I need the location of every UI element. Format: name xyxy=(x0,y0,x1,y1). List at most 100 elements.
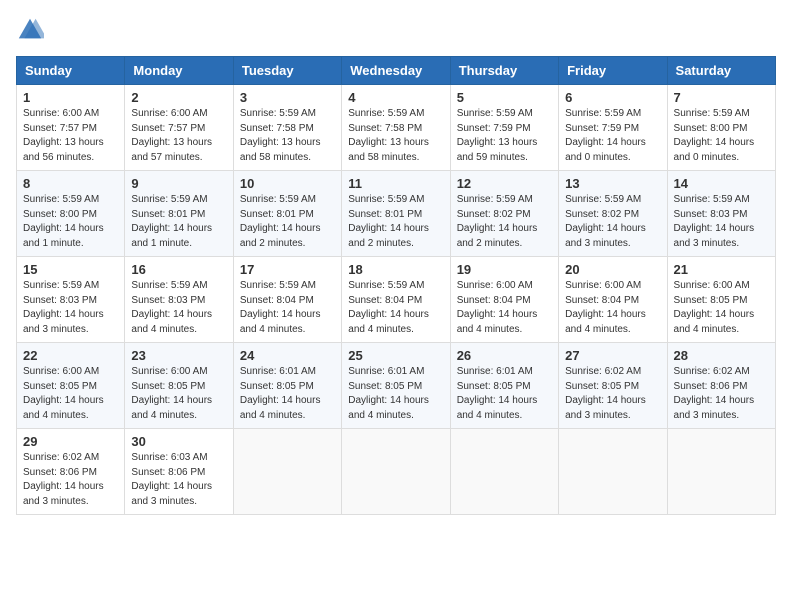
calendar-cell: 17 Sunrise: 5:59 AM Sunset: 8:04 PM Dayli… xyxy=(233,257,341,343)
day-info: Sunrise: 5:59 AM Sunset: 8:04 PM Dayligh… xyxy=(348,279,443,337)
day-number: 24 xyxy=(240,348,335,363)
weekday-header-wednesday: Wednesday xyxy=(342,57,450,85)
day-info: Sunrise: 6:00 AM Sunset: 7:57 PM Dayligh… xyxy=(23,107,118,165)
day-info: Sunrise: 5:59 AM Sunset: 8:02 PM Dayligh… xyxy=(457,193,552,251)
calendar-cell: 20 Sunrise: 6:00 AM Sunset: 8:04 PM Dayli… xyxy=(559,257,667,343)
calendar-cell: 8 Sunrise: 5:59 AM Sunset: 8:00 PM Daylig… xyxy=(17,171,125,257)
day-number: 1 xyxy=(23,90,118,105)
calendar-cell: 24 Sunrise: 6:01 AM Sunset: 8:05 PM Dayli… xyxy=(233,343,341,429)
day-info: Sunrise: 6:02 AM Sunset: 8:06 PM Dayligh… xyxy=(23,451,118,509)
day-info: Sunrise: 6:02 AM Sunset: 8:05 PM Dayligh… xyxy=(565,365,660,423)
day-number: 13 xyxy=(565,176,660,191)
day-info: Sunrise: 5:59 AM Sunset: 8:03 PM Dayligh… xyxy=(674,193,769,251)
calendar-cell: 26Sunrise: 6:01 AM Sunset: 8:05 PM Dayli… xyxy=(450,343,558,429)
day-number: 22 xyxy=(23,348,118,363)
day-number: 28 xyxy=(674,348,769,363)
day-number: 6 xyxy=(565,90,660,105)
weekday-header-sunday: Sunday xyxy=(17,57,125,85)
day-number: 15 xyxy=(23,262,118,277)
weekday-header-saturday: Saturday xyxy=(667,57,775,85)
calendar-cell: 4 Sunrise: 5:59 AM Sunset: 7:58 PM Daylig… xyxy=(342,85,450,171)
day-info: Sunrise: 6:00 AM Sunset: 7:57 PM Dayligh… xyxy=(131,107,226,165)
day-info: Sunrise: 5:59 AM Sunset: 8:01 PM Dayligh… xyxy=(131,193,226,251)
day-info: Sunrise: 5:59 AM Sunset: 8:02 PM Dayligh… xyxy=(565,193,660,251)
calendar-cell: 25Sunrise: 6:01 AM Sunset: 8:05 PM Dayli… xyxy=(342,343,450,429)
day-info: Sunrise: 5:59 AM Sunset: 8:00 PM Dayligh… xyxy=(23,193,118,251)
day-info: Sunrise: 5:59 AM Sunset: 7:58 PM Dayligh… xyxy=(348,107,443,165)
day-info: Sunrise: 6:02 AM Sunset: 8:06 PM Dayligh… xyxy=(674,365,769,423)
calendar-cell: 2 Sunrise: 6:00 AM Sunset: 7:57 PM Daylig… xyxy=(125,85,233,171)
calendar-cell: 10Sunrise: 5:59 AM Sunset: 8:01 PM Dayli… xyxy=(233,171,341,257)
day-number: 4 xyxy=(348,90,443,105)
day-info: Sunrise: 6:03 AM Sunset: 8:06 PM Dayligh… xyxy=(131,451,226,509)
weekday-header-tuesday: Tuesday xyxy=(233,57,341,85)
weekday-header-monday: Monday xyxy=(125,57,233,85)
day-info: Sunrise: 5:59 AM Sunset: 8:03 PM Dayligh… xyxy=(131,279,226,337)
page-header xyxy=(16,16,776,44)
day-number: 8 xyxy=(23,176,118,191)
calendar-cell xyxy=(559,429,667,515)
day-number: 3 xyxy=(240,90,335,105)
day-number: 2 xyxy=(131,90,226,105)
calendar-cell: 13 Sunrise: 5:59 AM Sunset: 8:02 PM Dayli… xyxy=(559,171,667,257)
day-number: 12 xyxy=(457,176,552,191)
day-number: 16 xyxy=(131,262,226,277)
day-number: 26 xyxy=(457,348,552,363)
calendar-cell: 22 Sunrise: 6:00 AM Sunset: 8:05 PM Dayli… xyxy=(17,343,125,429)
calendar-cell: 18 Sunrise: 5:59 AM Sunset: 8:04 PM Dayli… xyxy=(342,257,450,343)
calendar-cell: 3Sunrise: 5:59 AM Sunset: 7:58 PM Daylig… xyxy=(233,85,341,171)
calendar-cell: 29 Sunrise: 6:02 AM Sunset: 8:06 PM Dayli… xyxy=(17,429,125,515)
calendar-cell: 5Sunrise: 5:59 AM Sunset: 7:59 PM Daylig… xyxy=(450,85,558,171)
calendar-cell xyxy=(667,429,775,515)
calendar-week-4: 22 Sunrise: 6:00 AM Sunset: 8:05 PM Dayli… xyxy=(17,343,776,429)
day-info: Sunrise: 5:59 AM Sunset: 8:03 PM Dayligh… xyxy=(23,279,118,337)
weekday-header-friday: Friday xyxy=(559,57,667,85)
calendar-cell: 7 Sunrise: 5:59 AM Sunset: 8:00 PM Daylig… xyxy=(667,85,775,171)
calendar-cell: 30Sunrise: 6:03 AM Sunset: 8:06 PM Dayli… xyxy=(125,429,233,515)
calendar-cell: 28 Sunrise: 6:02 AM Sunset: 8:06 PM Dayli… xyxy=(667,343,775,429)
calendar-cell: 19 Sunrise: 6:00 AM Sunset: 8:04 PM Dayli… xyxy=(450,257,558,343)
day-number: 19 xyxy=(457,262,552,277)
day-number: 9 xyxy=(131,176,226,191)
day-number: 7 xyxy=(674,90,769,105)
calendar-cell: 6Sunrise: 5:59 AM Sunset: 7:59 PM Daylig… xyxy=(559,85,667,171)
logo xyxy=(16,16,48,44)
day-info: Sunrise: 6:00 AM Sunset: 8:05 PM Dayligh… xyxy=(23,365,118,423)
day-info: Sunrise: 6:00 AM Sunset: 8:04 PM Dayligh… xyxy=(457,279,552,337)
calendar-cell: 14 Sunrise: 5:59 AM Sunset: 8:03 PM Dayli… xyxy=(667,171,775,257)
day-info: Sunrise: 5:59 AM Sunset: 8:01 PM Dayligh… xyxy=(348,193,443,251)
day-info: Sunrise: 6:01 AM Sunset: 8:05 PM Dayligh… xyxy=(348,365,443,423)
calendar-cell xyxy=(342,429,450,515)
day-number: 20 xyxy=(565,262,660,277)
calendar-cell: 16 Sunrise: 5:59 AM Sunset: 8:03 PM Dayli… xyxy=(125,257,233,343)
calendar-cell: 12 Sunrise: 5:59 AM Sunset: 8:02 PM Dayli… xyxy=(450,171,558,257)
day-number: 27 xyxy=(565,348,660,363)
day-info: Sunrise: 5:59 AM Sunset: 8:04 PM Dayligh… xyxy=(240,279,335,337)
calendar-week-3: 15 Sunrise: 5:59 AM Sunset: 8:03 PM Dayli… xyxy=(17,257,776,343)
day-number: 11 xyxy=(348,176,443,191)
day-info: Sunrise: 5:59 AM Sunset: 8:00 PM Dayligh… xyxy=(674,107,769,165)
weekday-header-row: SundayMondayTuesdayWednesdayThursdayFrid… xyxy=(17,57,776,85)
logo-icon xyxy=(16,16,44,44)
day-number: 21 xyxy=(674,262,769,277)
calendar-cell: 11 Sunrise: 5:59 AM Sunset: 8:01 PM Dayli… xyxy=(342,171,450,257)
calendar-week-5: 29 Sunrise: 6:02 AM Sunset: 8:06 PM Dayli… xyxy=(17,429,776,515)
calendar-cell: 23 Sunrise: 6:00 AM Sunset: 8:05 PM Dayli… xyxy=(125,343,233,429)
day-number: 23 xyxy=(131,348,226,363)
day-info: Sunrise: 6:00 AM Sunset: 8:04 PM Dayligh… xyxy=(565,279,660,337)
calendar-cell xyxy=(450,429,558,515)
day-info: Sunrise: 5:59 AM Sunset: 7:59 PM Dayligh… xyxy=(457,107,552,165)
calendar-cell xyxy=(233,429,341,515)
day-number: 17 xyxy=(240,262,335,277)
day-number: 29 xyxy=(23,434,118,449)
day-number: 14 xyxy=(674,176,769,191)
calendar-cell: 27 Sunrise: 6:02 AM Sunset: 8:05 PM Dayli… xyxy=(559,343,667,429)
day-number: 18 xyxy=(348,262,443,277)
calendar-cell: 15 Sunrise: 5:59 AM Sunset: 8:03 PM Dayli… xyxy=(17,257,125,343)
calendar-week-1: 1 Sunrise: 6:00 AM Sunset: 7:57 PM Daylig… xyxy=(17,85,776,171)
day-info: Sunrise: 6:00 AM Sunset: 8:05 PM Dayligh… xyxy=(131,365,226,423)
day-info: Sunrise: 6:01 AM Sunset: 8:05 PM Dayligh… xyxy=(240,365,335,423)
calendar-week-2: 8 Sunrise: 5:59 AM Sunset: 8:00 PM Daylig… xyxy=(17,171,776,257)
calendar-cell: 1 Sunrise: 6:00 AM Sunset: 7:57 PM Daylig… xyxy=(17,85,125,171)
day-info: Sunrise: 6:00 AM Sunset: 8:05 PM Dayligh… xyxy=(674,279,769,337)
